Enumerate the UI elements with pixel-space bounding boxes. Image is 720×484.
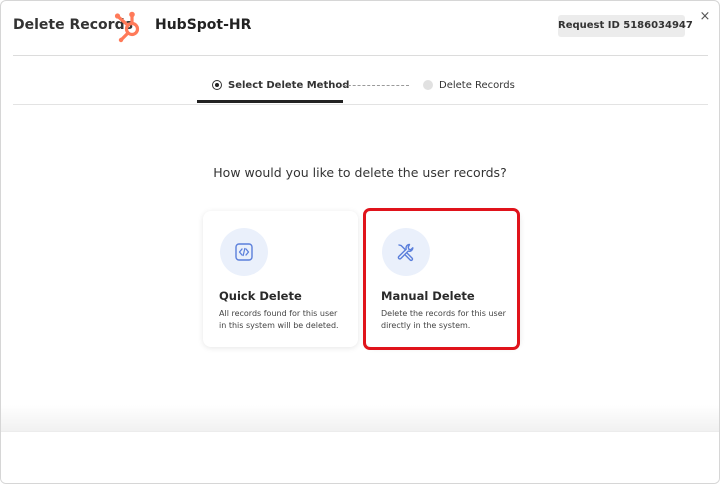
manual-delete-card[interactable]: Manual Delete Delete the records for thi… xyxy=(365,211,520,347)
tools-icon xyxy=(397,243,414,262)
active-step-underline xyxy=(197,100,343,103)
step-connector xyxy=(343,85,409,86)
step-select-delete-method[interactable]: Select Delete Method xyxy=(212,77,349,93)
stepper: Select Delete Method Delete Records xyxy=(1,63,719,107)
step-delete-records[interactable]: Delete Records xyxy=(423,77,515,93)
delete-method-question: How would you like to delete the user re… xyxy=(213,165,507,180)
card-description: Delete the records for this user directl… xyxy=(381,309,506,330)
card-description: All records found for this user in this … xyxy=(219,309,339,330)
card-icon-circle xyxy=(382,228,430,276)
footer-shadow xyxy=(1,405,719,431)
quick-delete-card[interactable]: Quick Delete All records found for this … xyxy=(203,211,358,347)
app-name: HubSpot-HR xyxy=(155,17,252,33)
request-id-badge: Request ID 5186034947 xyxy=(558,15,693,37)
card-title: Manual Delete xyxy=(381,289,475,303)
card-icon-circle xyxy=(220,228,268,276)
hubspot-logo-icon xyxy=(114,11,140,43)
stepper-divider xyxy=(13,104,708,105)
card-title: Quick Delete xyxy=(219,289,302,303)
step-label: Select Delete Method xyxy=(228,79,350,91)
header-divider xyxy=(13,55,708,56)
code-icon xyxy=(235,243,253,261)
close-icon[interactable]: × xyxy=(698,10,712,24)
step-label: Delete Records xyxy=(439,79,515,91)
step-active-dot-icon xyxy=(212,80,222,90)
dialog-footer xyxy=(1,431,719,483)
delete-records-dialog: Delete Records HubSpot-HR Request ID 518… xyxy=(0,0,720,484)
step-inactive-dot-icon xyxy=(423,80,433,90)
dialog-header: Delete Records HubSpot-HR Request ID 518… xyxy=(1,1,719,55)
